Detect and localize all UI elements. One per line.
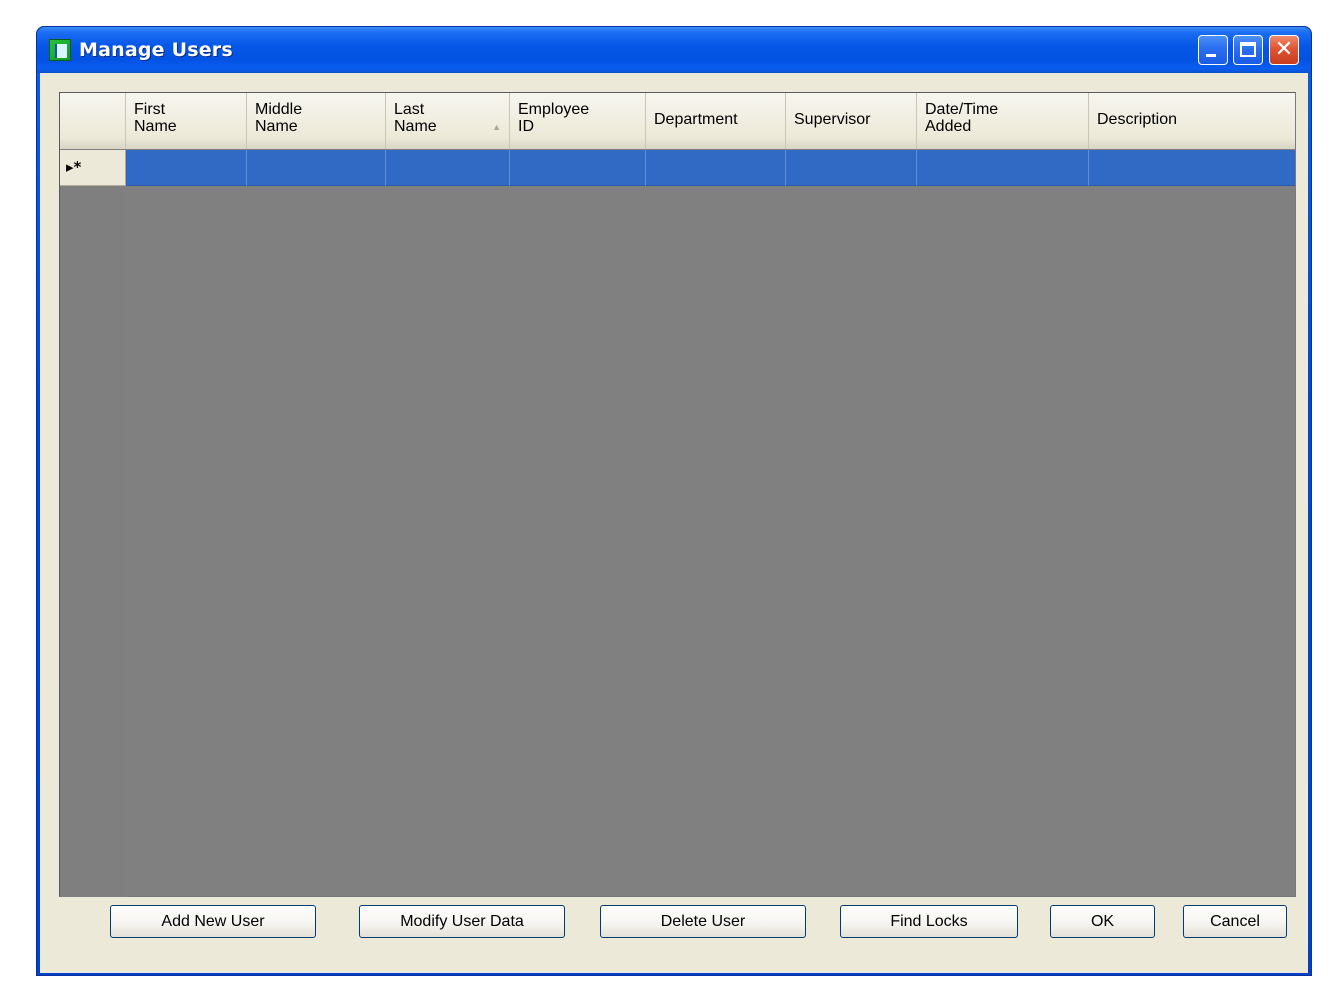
column-header-supervisor[interactable]: Supervisor [786,93,917,149]
row-header-corner [60,93,126,149]
cell-description[interactable] [1089,150,1295,186]
column-header-description[interactable]: Description [1089,93,1295,149]
row-header-strip [60,187,126,897]
window-title: Manage Users [79,39,233,61]
cell-middle-name[interactable] [247,150,386,186]
close-button[interactable]: ✕ [1269,35,1299,65]
column-header-date-time-added[interactable]: Date/Time Added [917,93,1089,149]
new-row-marker[interactable]: ▸* [60,150,126,186]
cell-last-name[interactable] [386,150,510,186]
column-header-label: Employee ID [518,101,590,135]
column-header-label: Middle Name [255,101,303,135]
close-icon: ✕ [1274,37,1294,62]
cell-supervisor[interactable] [786,150,917,186]
sort-ascending-icon: ▲ [492,122,501,132]
column-header-label: Description [1097,111,1178,128]
column-header-department[interactable]: Department [646,93,786,149]
modify-user-data-button[interactable]: Modify User Data [359,905,565,938]
add-new-user-button[interactable]: Add New User [110,905,316,938]
cancel-button[interactable]: Cancel [1183,905,1287,938]
column-header-employee-id[interactable]: Employee ID [510,93,646,149]
grid-header: First Name Middle Name Last Name ▲ Emplo… [60,93,1295,149]
column-header-label: First Name [134,101,177,135]
cell-date-time-added[interactable] [917,150,1089,186]
cell-first-name[interactable] [126,150,247,186]
column-header-label: Date/Time Added [925,101,999,135]
column-header-middle-name[interactable]: Middle Name [247,93,386,149]
dialog-client-area: First Name Middle Name Last Name ▲ Emplo… [40,73,1308,973]
title-bar[interactable]: Manage Users ✕ [37,27,1311,73]
column-header-last-name[interactable]: Last Name ▲ [386,93,510,149]
manage-users-window: Manage Users ✕ First Name Middle Name La… [36,26,1312,976]
cell-employee-id[interactable] [510,150,646,186]
minimize-button[interactable] [1198,35,1228,65]
minimize-icon [1206,54,1216,57]
users-grid[interactable]: First Name Middle Name Last Name ▲ Emplo… [59,92,1296,897]
column-header-first-name[interactable]: First Name [126,93,247,149]
maximize-icon [1240,42,1256,57]
cell-department[interactable] [646,150,786,186]
new-row[interactable]: ▸* [60,150,1295,186]
app-icon [49,39,71,61]
maximize-button[interactable] [1233,35,1263,65]
delete-user-button[interactable]: Delete User [600,905,806,938]
ok-button[interactable]: OK [1050,905,1155,938]
column-header-label: Department [654,111,738,128]
find-locks-button[interactable]: Find Locks [840,905,1018,938]
column-header-label: Supervisor [794,111,871,128]
